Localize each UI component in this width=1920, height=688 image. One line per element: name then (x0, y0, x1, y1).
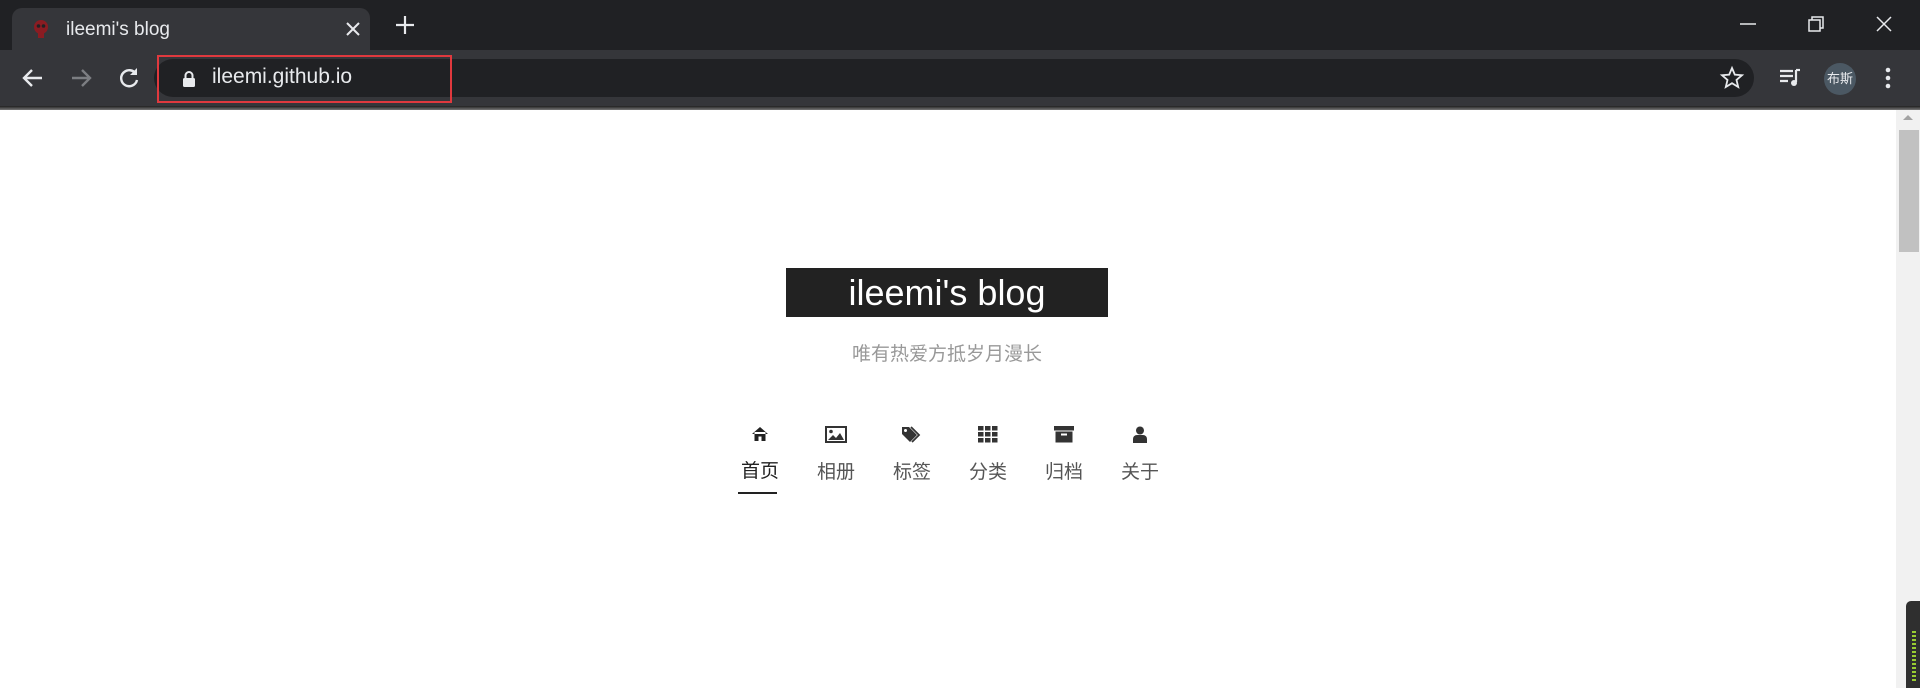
tags-icon (902, 426, 921, 443)
more-menu-icon[interactable] (1875, 65, 1901, 91)
back-icon[interactable] (20, 65, 46, 91)
media-playlist-icon[interactable] (1777, 65, 1803, 91)
tab-strip: ileemi's blog (0, 0, 1920, 50)
profile-avatar[interactable]: 布斯 (1824, 63, 1856, 95)
menu-item-archives[interactable]: 归档 (1034, 420, 1094, 484)
bookmark-star-icon[interactable] (1719, 65, 1745, 91)
home-icon (752, 427, 768, 441)
tab-title: ileemi's blog (66, 19, 170, 40)
menu-item-home[interactable]: 首页 (730, 420, 790, 483)
scroll-up-arrow-icon[interactable] (1901, 112, 1915, 122)
image-icon (825, 426, 847, 443)
browser-tab[interactable]: ileemi's blog (12, 8, 370, 50)
menu-item-categories[interactable]: 分类 (958, 420, 1018, 484)
new-tab-icon[interactable] (395, 15, 415, 35)
site-favicon-icon (34, 20, 48, 38)
menu-item-album[interactable]: 相册 (806, 420, 866, 484)
user-icon (1133, 426, 1147, 443)
restore-icon[interactable] (1804, 12, 1828, 36)
reload-icon[interactable] (116, 65, 142, 91)
url-highlight-box (157, 55, 452, 103)
meter-bars (1912, 631, 1916, 681)
menu-label-archives: 归档 (1044, 462, 1083, 483)
active-menu-underline (738, 492, 777, 494)
close-window-icon[interactable] (1872, 12, 1896, 36)
minimize-icon[interactable] (1736, 12, 1760, 36)
toolbar-shadow (0, 106, 1920, 110)
menu-label-album: 相册 (816, 462, 855, 483)
menu-item-tags[interactable]: 标签 (882, 420, 942, 484)
archive-icon (1054, 426, 1074, 443)
menu-label-home: 首页 (740, 461, 779, 482)
main-menu: 首页 相册 标签 分类 归档 关于 (730, 420, 1160, 500)
volume-meter-widget (1906, 601, 1920, 688)
menu-label-categories: 分类 (968, 462, 1007, 483)
site-subtitle: 唯有热爱方抵岁月漫长 (851, 344, 1042, 365)
grid-icon (978, 426, 998, 443)
site-title[interactable]: ileemi's blog (786, 268, 1108, 317)
menu-item-about[interactable]: 关于 (1110, 420, 1170, 484)
close-tab-icon[interactable] (346, 22, 360, 36)
scrollbar-thumb[interactable] (1899, 130, 1919, 252)
forward-icon[interactable] (68, 65, 94, 91)
menu-label-about: 关于 (1120, 462, 1159, 483)
menu-label-tags: 标签 (892, 462, 931, 483)
